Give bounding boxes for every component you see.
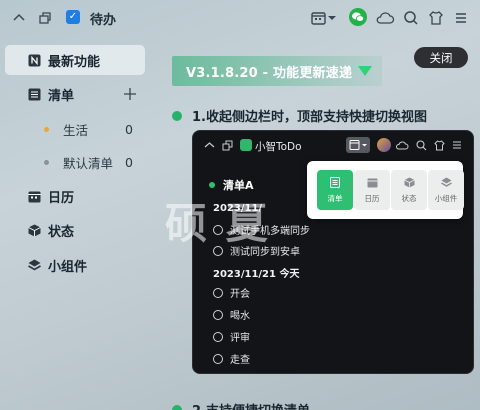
- sidebar-list-life[interactable]: 生活 0: [5, 114, 145, 144]
- list-count: 0: [125, 154, 133, 170]
- whats-new-panel: 关闭 V3.1.8.20 - 功能更新速递 1.收起侧边栏时，顶部支持快捷切换视…: [152, 36, 480, 410]
- layers-icon: [440, 176, 452, 188]
- feature-item: 1.收起侧边栏时，顶部支持快捷切换视图: [172, 106, 427, 125]
- inner-app-name: 小智ToDo: [255, 141, 302, 153]
- task-text: 测试同步到安卓: [230, 247, 300, 258]
- task-text: 开会: [230, 289, 250, 300]
- task-checkbox: [213, 224, 223, 235]
- list-count: 0: [125, 121, 133, 137]
- add-list-icon[interactable]: [123, 86, 137, 105]
- task-checkbox: [213, 245, 223, 256]
- task-row: 开会: [213, 285, 250, 300]
- view-option-label: 日历: [364, 194, 380, 203]
- view-option-label: 小组件: [434, 194, 458, 203]
- shirt-theme-icon: [433, 139, 445, 151]
- calendar-icon: [366, 176, 378, 188]
- window-pin-icon[interactable]: [36, 9, 54, 27]
- version-banner: V3.1.8.20 - 功能更新速递: [172, 56, 382, 86]
- task-row: 测试手机多端同步: [213, 222, 310, 237]
- task-text: 喝水: [230, 311, 250, 322]
- dropdown-caret-icon[interactable]: [326, 9, 338, 27]
- list-color-dot: [44, 126, 49, 132]
- close-button[interactable]: 关闭: [414, 47, 468, 68]
- cloud-sync-icon: [395, 139, 409, 151]
- avatar: [377, 138, 391, 152]
- feature-bullet: [172, 110, 182, 121]
- sidebar-item-label: 小组件: [48, 259, 88, 275]
- calendar-view-icon: [346, 137, 370, 153]
- inner-title-bar: 小智ToDo: [193, 131, 473, 161]
- list-label: 生活: [63, 122, 89, 138]
- n-badge-icon: [27, 53, 41, 67]
- cloud-sync-icon[interactable]: [375, 9, 395, 27]
- task-row: 测试同步到安卓: [213, 243, 300, 258]
- view-option-status: 状态: [391, 170, 427, 210]
- list-icon: [329, 176, 341, 188]
- task-checkbox: [213, 331, 223, 342]
- date-header: 2023/11/21 今天: [213, 269, 300, 280]
- calendar-icon: [27, 189, 41, 203]
- view-option-list: 清单: [317, 170, 353, 210]
- task-row: 评审: [213, 329, 250, 344]
- feature-bullet: [172, 404, 182, 410]
- task-row: 走查: [213, 351, 250, 366]
- sidebar-item-status[interactable]: 状态: [5, 215, 145, 245]
- wechat-icon[interactable]: [349, 8, 367, 26]
- title-bar: ✓ 待办: [0, 0, 480, 36]
- task-text: 走查: [230, 355, 250, 366]
- search-icon: [415, 139, 427, 151]
- shirt-theme-icon[interactable]: [427, 9, 445, 27]
- list-label: 默认清单: [63, 155, 114, 171]
- cube-icon: [403, 176, 415, 188]
- task-text: 测试手机多端同步: [230, 226, 310, 237]
- window-pin-icon: [221, 139, 233, 151]
- sidebar-item-widgets[interactable]: 小组件: [5, 250, 145, 280]
- sidebar: 最新功能 清单 生活 0 默认清单 0 日历 状态 小组件: [0, 36, 152, 410]
- menu-icon: [451, 139, 463, 151]
- collapse-up-icon: [203, 139, 215, 151]
- view-option-label: 状态: [401, 194, 417, 203]
- feature-item: 2.支持便捷切换清单: [172, 400, 310, 410]
- inner-list-title: 清单A: [209, 177, 254, 193]
- sidebar-list-default[interactable]: 默认清单 0: [5, 147, 145, 177]
- layers-icon: [27, 258, 41, 272]
- feature-text: 1.收起侧边栏时，顶部支持快捷切换视图: [192, 110, 427, 125]
- list-name: 清单A: [223, 179, 254, 192]
- task-text: 评审: [230, 333, 250, 344]
- sidebar-item-label: 状态: [48, 224, 75, 240]
- feature-text: 2.支持便捷切换清单: [192, 400, 310, 410]
- list-icon: [27, 87, 41, 101]
- search-icon[interactable]: [402, 9, 420, 27]
- collapse-up-icon[interactable]: [10, 9, 28, 27]
- task-row: 喝水: [213, 307, 250, 322]
- task-checkbox: [213, 287, 223, 298]
- list-color-dot: [44, 159, 49, 165]
- sidebar-item-label: 最新功能: [48, 54, 101, 70]
- task-checkbox: [213, 353, 223, 364]
- view-option-calendar: 日历: [354, 170, 390, 210]
- sidebar-item-calendar[interactable]: 日历: [5, 181, 145, 211]
- sidebar-item-label: 清单: [48, 88, 75, 104]
- version-title: V3.1.8.20 - 功能更新速递: [186, 65, 353, 81]
- view-option-label: 清单: [327, 194, 343, 203]
- view-option-widgets: 小组件: [428, 170, 464, 210]
- sidebar-item-whats-new[interactable]: 最新功能: [5, 45, 145, 75]
- down-arrow-icon: [358, 66, 373, 76]
- app-logo-icon: [240, 139, 252, 151]
- date-header: 2023/11/: [213, 203, 263, 214]
- sidebar-item-lists[interactable]: 清单: [5, 79, 145, 109]
- menu-icon[interactable]: [452, 9, 470, 27]
- view-switcher-popup: 清单 日历 状态 小组件: [307, 161, 464, 219]
- cube-icon: [27, 223, 41, 237]
- app-logo-icon: ✓: [66, 10, 80, 24]
- feature-screenshot: 小智ToDo 清单A 2023/11/ 测试手机多端同步 测试同步到安卓 202…: [192, 130, 474, 374]
- task-checkbox: [213, 309, 223, 320]
- list-bullet: [209, 182, 215, 188]
- app-title: 待办: [90, 13, 117, 28]
- sidebar-item-label: 日历: [48, 190, 75, 206]
